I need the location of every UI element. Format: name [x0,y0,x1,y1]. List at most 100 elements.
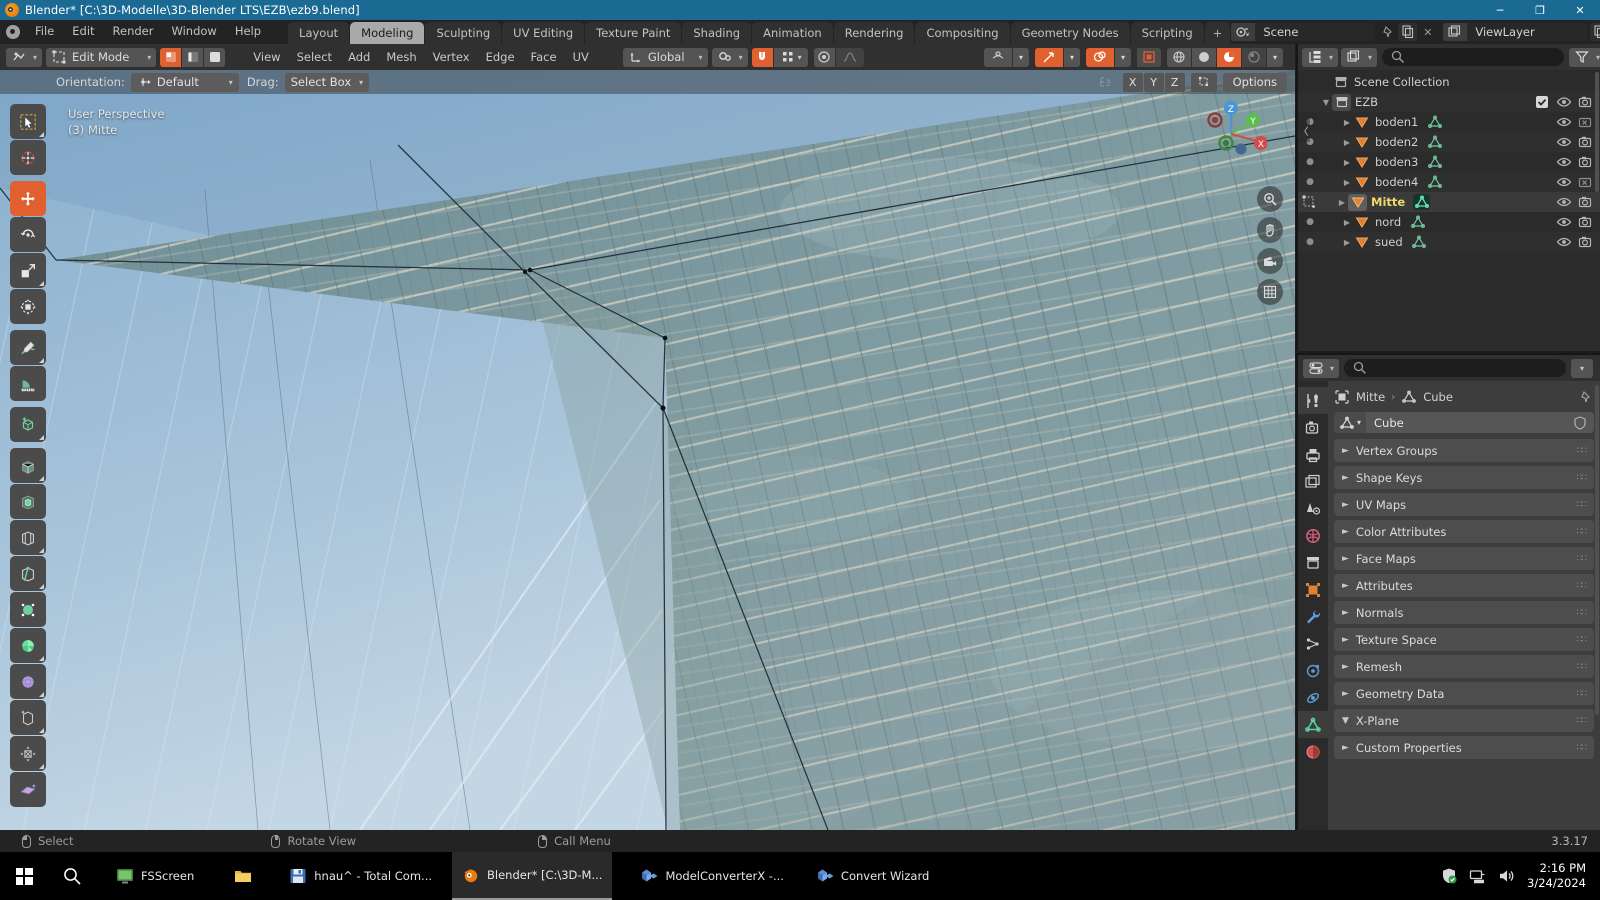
face-select-mode-button[interactable] [204,47,226,67]
zoom-icon[interactable] [1257,186,1283,212]
minimize-button[interactable]: ─ [1480,0,1520,20]
proportional-edit-toggle[interactable] [813,47,835,67]
panel-vertex-groups[interactable]: ► Vertex Groups ∷∷ [1334,439,1594,462]
menu-window[interactable]: Window [162,21,225,42]
mode-selector[interactable]: Edit Mode ▾ [46,47,157,67]
properties-tab-modifiers[interactable] [1298,603,1328,630]
transform-tool-button[interactable] [10,289,46,324]
expand-arrow-icon[interactable]: ▼ [1320,98,1332,107]
taskbar-item-blender[interactable]: Blender* [C:\3D-M... [452,852,613,900]
outliner-row-boden1[interactable]: ● ▶ boden1 [1298,112,1600,132]
visibility-eye-icon[interactable] [1556,134,1572,150]
inset-faces-tool-button[interactable] [10,484,46,519]
proportional-falloff-dropdown[interactable] [835,47,864,67]
panel-custom-properties[interactable]: ► Custom Properties ∷∷ [1334,736,1594,759]
properties-tab-output[interactable] [1298,441,1328,468]
scale-tool-button[interactable] [10,253,46,288]
outliner-row-ezb[interactable]: ▼ EZB [1298,92,1600,112]
mesh-datablock-field[interactable]: ▾ Cube [1334,412,1594,433]
visibility-eye-icon[interactable] [1556,234,1572,250]
properties-search-field[interactable] [1373,361,1558,375]
pin-scene-icon[interactable] [1378,23,1397,41]
mesh-datablock-name[interactable]: Cube [1366,416,1572,430]
properties-options-dropdown[interactable]: ▾ [1571,358,1593,378]
snap-mode-dropdown[interactable]: ▾ [773,47,808,67]
panel-normals[interactable]: ► Normals ∷∷ [1334,601,1594,624]
render-camera-icon[interactable] [1578,194,1594,210]
shrink-fatten-tool-button[interactable] [10,772,46,807]
properties-search-input[interactable] [1344,359,1566,377]
properties-tab-scene[interactable] [1298,495,1328,522]
outliner-row-scene-collection[interactable]: Scene Collection [1298,72,1600,92]
volume-icon[interactable] [1498,867,1516,885]
visibility-eye-icon[interactable] [1556,114,1572,130]
tab-modeling[interactable]: Modeling [350,22,425,44]
editor-type-selector[interactable]: ▾ [6,47,43,67]
drag-dropdown[interactable]: Select Box ▾ [284,72,369,92]
visibility-caret-icon[interactable]: ▾ [1013,47,1029,67]
panel-texture-space[interactable]: ► Texture Space ∷∷ [1334,628,1594,651]
render-camera-icon[interactable] [1578,234,1594,250]
expand-arrow-icon[interactable]: ▶ [1341,118,1353,127]
proportional-edit-icon[interactable] [1190,72,1217,92]
axis-z-button[interactable]: Z [1164,72,1185,92]
render-camera-icon[interactable] [1578,174,1594,190]
menu-file[interactable]: File [26,21,63,42]
fake-user-shield-icon[interactable] [1572,415,1594,431]
panel-x-plane[interactable]: ▼ X-Plane ∷∷ [1334,709,1594,732]
overlays-caret-icon[interactable]: ▾ [1115,47,1131,67]
outliner-display-mode-dropdown[interactable]: ▾ [1341,47,1378,67]
outliner-row-sued[interactable]: ● ▶ sued [1298,232,1600,252]
breadcrumb-object-name[interactable]: Mitte [1356,390,1385,404]
camera-icon[interactable] [1257,248,1283,274]
properties-tab-tool[interactable] [1298,387,1328,414]
tab-rendering[interactable]: Rendering [833,22,915,44]
knife-tool-button[interactable] [10,592,46,627]
shield-icon[interactable] [1440,867,1458,885]
menu-help[interactable]: Help [226,21,270,42]
visibility-eye-icon[interactable] [1556,194,1572,210]
menu-render[interactable]: Render [104,21,163,42]
outliner-filter-button[interactable]: ▾ [1569,47,1600,67]
taskbar-item-total-commander[interactable]: hnau^ - Total Com... [279,852,442,900]
ortho-grid-icon[interactable] [1257,279,1283,305]
properties-tab-object[interactable] [1298,576,1328,603]
properties-tab-constraints[interactable] [1298,684,1328,711]
outliner-row-mitte[interactable]: ▶ Mitte [1298,192,1600,212]
wireframe-shading-button[interactable] [1167,47,1191,67]
viewport-menu-mesh[interactable]: Mesh [378,47,424,67]
network-icon[interactable] [1469,867,1487,885]
panel-color-attributes[interactable]: ► Color Attributes ∷∷ [1334,520,1594,543]
loop-cut-tool-button[interactable] [10,556,46,591]
annotate-tool-button[interactable] [10,330,46,365]
outliner-search-input[interactable] [1382,48,1565,66]
3d-viewport[interactable]: User Perspective (3) Mitte Z Y X [0,70,1295,830]
add-workspace-button[interactable]: + [1204,22,1231,44]
taskbar-item-fsscreen[interactable]: FSScreen [106,852,204,900]
move-tool-button[interactable] [10,181,46,216]
material-preview-shading-button[interactable] [1217,47,1241,67]
edge-slide-tool-button[interactable] [10,736,46,771]
tab-sculpting[interactable]: Sculpting [425,22,502,44]
toggle-xray-button[interactable] [1137,47,1161,67]
show-gizmo-button[interactable] [1035,47,1063,67]
render-camera-icon[interactable] [1578,114,1594,130]
outliner-row-boden3[interactable]: ● ▶ boden3 [1298,152,1600,172]
properties-editor-type-button[interactable]: ▾ [1303,358,1340,378]
tab-scripting[interactable]: Scripting [1130,22,1204,44]
rendered-shading-button[interactable] [1242,47,1266,67]
gizmo-caret-icon[interactable]: ▾ [1064,47,1080,67]
render-camera-icon[interactable] [1578,134,1594,150]
transform-orientation-selector[interactable]: Global ▾ [622,47,708,67]
bevel-tool-button[interactable] [10,520,46,555]
taskbar-item-modelconverterx[interactable]: ModelConverterX -... [630,852,793,900]
taskbar-clock[interactable]: 2:16 PM 3/24/2024 [1527,861,1592,891]
panel-attributes[interactable]: ► Attributes ∷∷ [1334,574,1594,597]
taskbar-item-convert-wizard[interactable]: Convert Wizard [806,852,939,900]
poly-build-tool-button[interactable] [10,628,46,663]
remove-scene-button[interactable]: ✕ [1418,23,1437,41]
mesh-datablock-icon[interactable]: ▾ [1334,412,1366,433]
smooth-tool-button[interactable] [10,700,46,735]
menu-edit[interactable]: Edit [63,21,103,42]
expand-arrow-icon[interactable]: ▶ [1336,198,1348,207]
